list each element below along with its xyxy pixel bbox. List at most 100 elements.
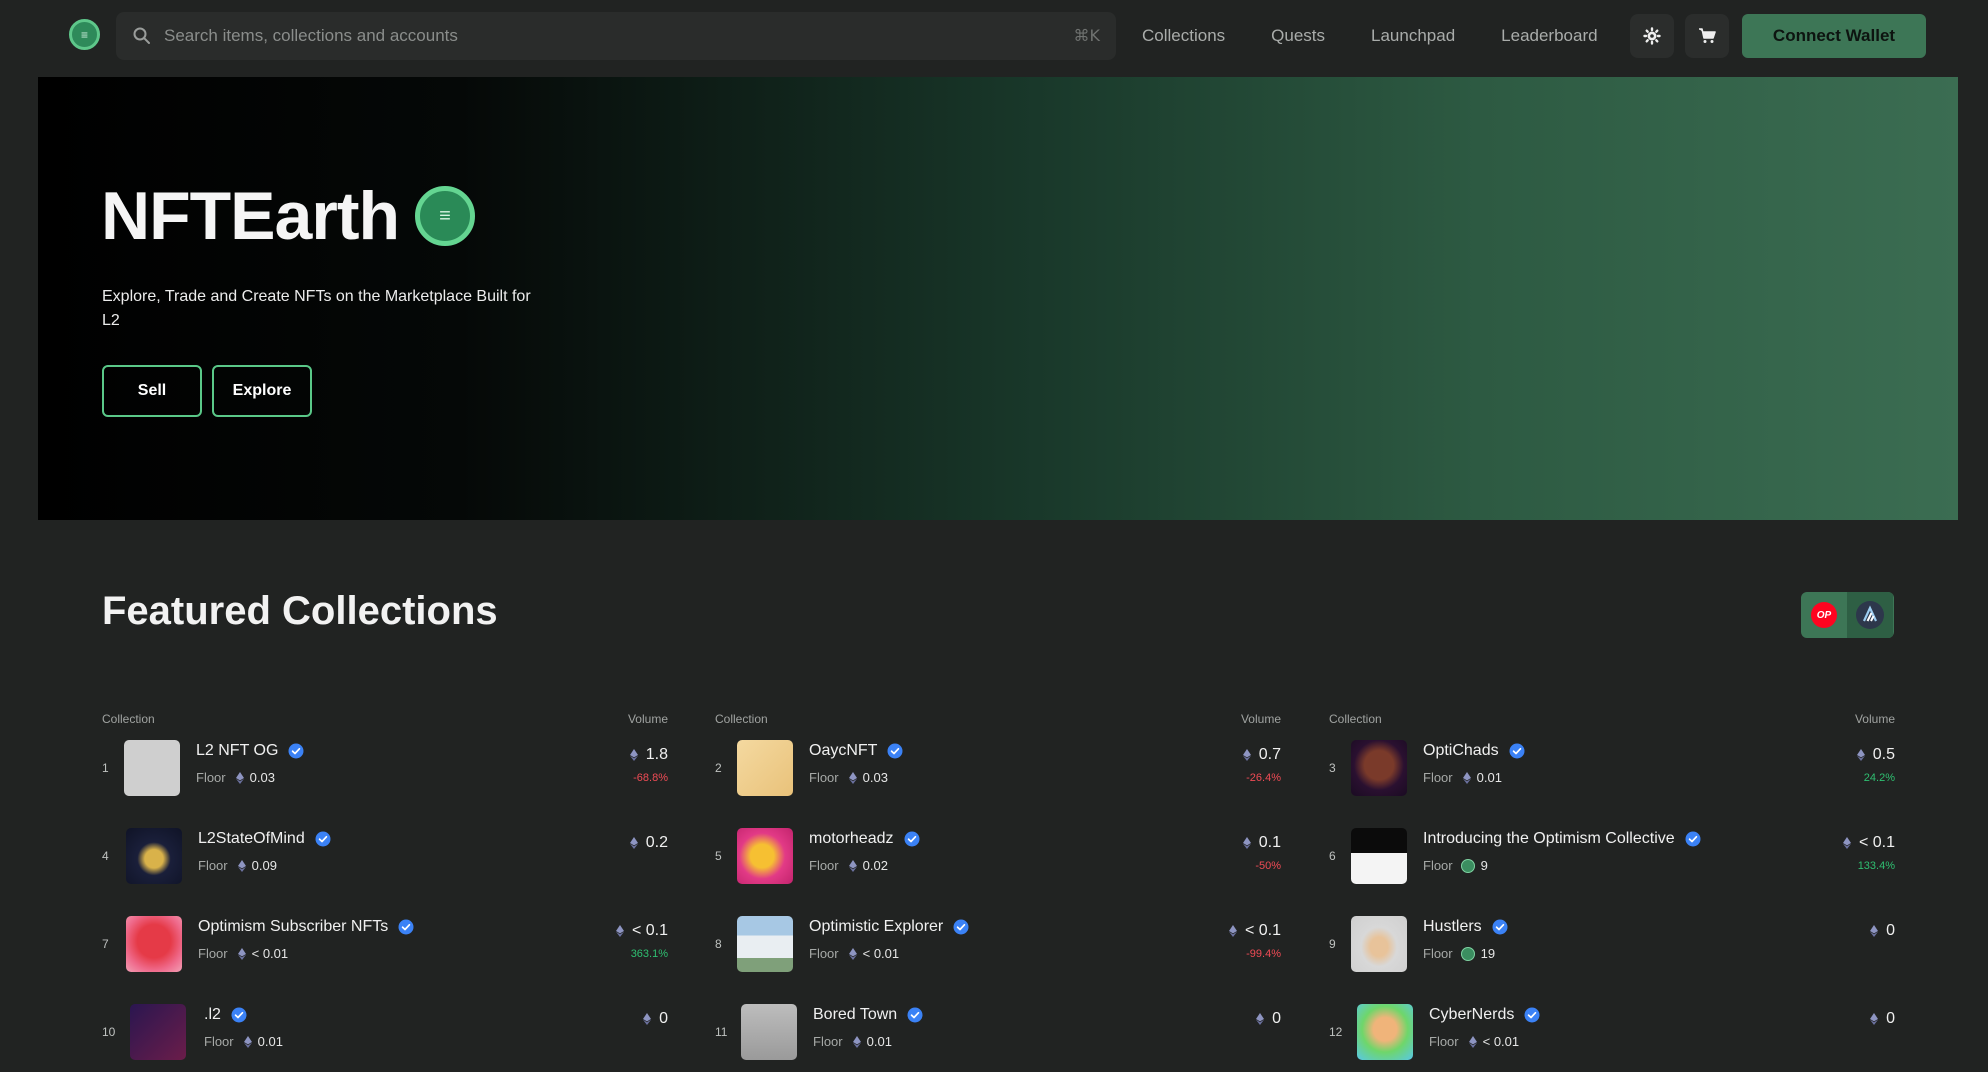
- explore-button[interactable]: Explore: [212, 365, 312, 417]
- ethereum-icon: [1870, 1013, 1879, 1025]
- nav-link-launchpad[interactable]: Launchpad: [1371, 26, 1455, 46]
- collection-thumbnail[interactable]: [737, 740, 793, 796]
- collection-row[interactable]: 12 CyberNerds Floor < 0.01 0: [1329, 998, 1895, 1068]
- collection-thumbnail[interactable]: [1351, 828, 1407, 884]
- collection-row[interactable]: 8 Optimistic Explorer Floor < 0.01 < 0.1 -99.…: [715, 910, 1281, 980]
- ethereum-icon: [237, 947, 246, 960]
- cart-button[interactable]: [1685, 14, 1729, 58]
- nftearth-logo[interactable]: ≡: [69, 19, 100, 50]
- volume-change: 24.2%: [1863, 772, 1895, 784]
- volume: 0: [1256, 1010, 1281, 1028]
- sell-button[interactable]: Sell: [102, 365, 202, 417]
- volume: 1.8: [629, 746, 668, 764]
- collection-name[interactable]: Hustlers: [1423, 918, 1482, 936]
- collection-name[interactable]: motorheadz: [809, 830, 894, 848]
- collection-row[interactable]: 6 Introducing the Optimism Collective Floo…: [1329, 822, 1895, 892]
- collection-name-wrap: CyberNerds: [1429, 1006, 1540, 1024]
- rank-number: 12: [1329, 1025, 1343, 1039]
- ethereum-icon: [629, 837, 638, 849]
- floor-label: Floor: [198, 858, 228, 873]
- collection-name-wrap: Introducing the Optimism Collective: [1423, 830, 1701, 848]
- floor-value: 0.03: [249, 770, 275, 785]
- logo-mark-icon: ≡: [80, 27, 88, 42]
- collection-thumbnail[interactable]: [1357, 1004, 1413, 1060]
- verified-badge-icon: [315, 831, 331, 847]
- cart-icon: [1699, 28, 1716, 43]
- collection-thumbnail[interactable]: [126, 828, 182, 884]
- column-header: Collection Volume: [1329, 712, 1895, 728]
- collection-name[interactable]: Introducing the Optimism Collective: [1423, 830, 1675, 848]
- ethereum-icon: [1242, 749, 1251, 761]
- collection-name[interactable]: OaycNFT: [809, 742, 877, 760]
- nav-links: Collections Quests Launchpad Leaderboard: [1142, 0, 1644, 72]
- search-bar[interactable]: ⌘K: [116, 12, 1116, 60]
- collection-row[interactable]: 1 L2 NFT OG Floor 0.03 1.8 -68.8%: [102, 734, 668, 804]
- volume-change: -50%: [1255, 860, 1281, 872]
- connect-wallet-button[interactable]: Connect Wallet: [1742, 14, 1926, 58]
- nav-link-quests[interactable]: Quests: [1271, 26, 1325, 46]
- collection-row[interactable]: 2 OaycNFT Floor 0.03 0.7 -26.4%: [715, 734, 1281, 804]
- floor-value: 0.02: [862, 858, 888, 873]
- collection-name[interactable]: Optimistic Explorer: [809, 918, 943, 936]
- ethereum-icon: [1842, 837, 1851, 849]
- search-input[interactable]: [164, 12, 1044, 60]
- floor-price: Floor 0.03: [196, 770, 275, 785]
- floor-price: Floor 9: [1423, 858, 1488, 873]
- collection-thumbnail[interactable]: [124, 740, 180, 796]
- volume-value: 0.1: [1258, 834, 1281, 851]
- collection-row[interactable]: 10 .l2 Floor 0.01 0: [102, 998, 668, 1068]
- floor-price: Floor 19: [1423, 946, 1495, 961]
- floor-label: Floor: [1423, 858, 1453, 873]
- verified-badge-icon: [398, 919, 414, 935]
- collection-row[interactable]: 11 Bored Town Floor 0.01 0: [715, 998, 1281, 1068]
- volume-value: < 0.1: [1858, 834, 1895, 851]
- collection-thumbnail[interactable]: [737, 916, 793, 972]
- collection-row[interactable]: 9 Hustlers Floor 19 0: [1329, 910, 1895, 980]
- collection-row[interactable]: 7 Optimism Subscriber NFTs Floor < 0.01 < 0.…: [102, 910, 668, 980]
- rank-number: 1: [102, 761, 109, 775]
- collection-name[interactable]: CyberNerds: [1429, 1006, 1514, 1024]
- volume-change: -68.8%: [633, 772, 668, 784]
- collection-thumbnail[interactable]: [741, 1004, 797, 1060]
- hero-banner: NFTEarth ≡ Explore, Trade and Create NFT…: [38, 77, 1958, 520]
- verified-badge-icon: [953, 919, 969, 935]
- theme-toggle-button[interactable]: [1630, 14, 1674, 58]
- collection-name-wrap: motorheadz: [809, 830, 920, 848]
- collection-row[interactable]: 4 L2StateOfMind Floor 0.09 0.2: [102, 822, 668, 892]
- floor-label: Floor: [1429, 1034, 1459, 1049]
- chain-arbitrum-button[interactable]: [1847, 592, 1893, 638]
- collection-thumbnail[interactable]: [1351, 916, 1407, 972]
- collection-name[interactable]: L2 NFT OG: [196, 742, 278, 760]
- verified-badge-icon: [231, 1007, 247, 1023]
- hero-title: NFTEarth: [101, 178, 400, 254]
- chain-toggle: OP: [1801, 592, 1894, 638]
- collection-header: Collection: [102, 712, 155, 726]
- collection-thumbnail[interactable]: [130, 1004, 186, 1060]
- volume-value: 0.2: [645, 834, 668, 851]
- floor-value: 0.09: [251, 858, 277, 873]
- collection-name[interactable]: L2StateOfMind: [198, 830, 305, 848]
- optimism-icon: OP: [1811, 602, 1837, 628]
- nav-link-leaderboard[interactable]: Leaderboard: [1501, 26, 1597, 46]
- collection-name[interactable]: Bored Town: [813, 1006, 897, 1024]
- collection-name[interactable]: .l2: [204, 1006, 221, 1024]
- volume: < 0.1: [1228, 922, 1281, 940]
- collection-thumbnail[interactable]: [126, 916, 182, 972]
- nav-link-collections[interactable]: Collections: [1142, 26, 1225, 46]
- volume-value: 0: [1272, 1010, 1281, 1027]
- collection-row[interactable]: 3 OptiChads Floor 0.01 0.5 24.2%: [1329, 734, 1895, 804]
- floor-price: Floor 0.01: [1423, 770, 1502, 785]
- floor-label: Floor: [196, 770, 226, 785]
- volume: 0.7: [1242, 746, 1281, 764]
- ethereum-icon: [1870, 925, 1879, 937]
- collection-name[interactable]: OptiChads: [1423, 742, 1499, 760]
- floor-price: Floor 0.03: [809, 770, 888, 785]
- collection-header: Collection: [715, 712, 768, 726]
- collection-thumbnail[interactable]: [1351, 740, 1407, 796]
- search-icon: [133, 27, 150, 44]
- chain-op-button[interactable]: OP: [1801, 592, 1847, 638]
- collection-thumbnail[interactable]: [737, 828, 793, 884]
- ethereum-icon: [852, 1035, 861, 1048]
- collection-row[interactable]: 5 motorheadz Floor 0.02 0.1 -50%: [715, 822, 1281, 892]
- collection-name[interactable]: Optimism Subscriber NFTs: [198, 918, 388, 936]
